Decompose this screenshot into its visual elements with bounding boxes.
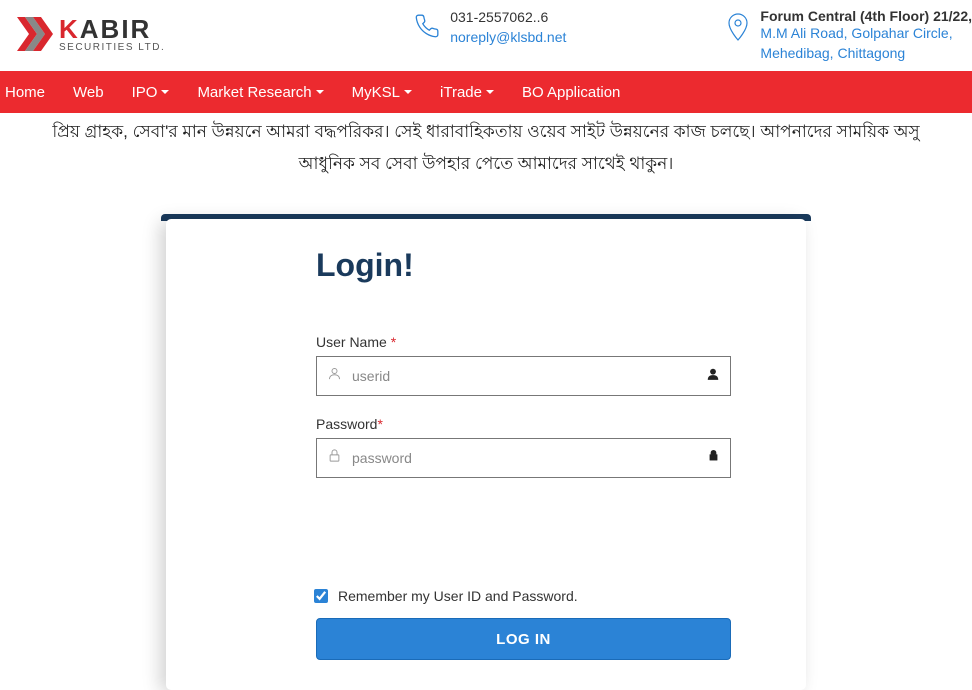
nav-market-research[interactable]: Market Research — [183, 71, 337, 113]
username-label: User Name * — [316, 334, 731, 350]
nav-itrade-label: iTrade — [440, 84, 482, 101]
nav-ipo-label: IPO — [132, 84, 158, 101]
chevron-down-icon — [486, 90, 494, 94]
nav-itrade[interactable]: iTrade — [426, 71, 508, 113]
logo-letter: K — [59, 14, 80, 44]
nav-ipo[interactable]: IPO — [118, 71, 184, 113]
banner-line1: প্রিয় গ্রাহক, সেবা'র মান উন্নয়নে আমরা … — [0, 113, 972, 151]
remember-checkbox[interactable] — [314, 589, 328, 603]
user-solid-icon — [706, 367, 720, 386]
phone-number: 031-2557062..6 — [450, 8, 566, 28]
required-marker: * — [377, 416, 382, 432]
nav-home[interactable]: Home — [0, 71, 59, 113]
logo-name: ABIR — [80, 14, 152, 44]
address-line2[interactable]: Mehedibag, Chittagong — [760, 44, 972, 64]
login-button[interactable]: LOG IN — [316, 618, 731, 660]
address-title: Forum Central (4th Floor) 21/22, — [760, 8, 972, 24]
nav-bo-application[interactable]: BO Application — [508, 71, 634, 113]
password-input[interactable] — [352, 450, 707, 466]
nav-web[interactable]: Web — [59, 71, 118, 113]
chevron-down-icon — [404, 90, 412, 94]
contact-email[interactable]: noreply@klsbd.net — [450, 28, 566, 48]
lock-outline-icon — [327, 448, 342, 468]
banner-line2: আধুনিক সব সেবা উপহার পেতে আমাদের সাথেই থ… — [0, 151, 972, 189]
password-label: Password* — [316, 416, 731, 432]
nav-myksl[interactable]: MyKSL — [338, 71, 426, 113]
phone-block: 031-2557062..6 noreply@klsbd.net — [414, 8, 566, 47]
chevron-down-icon — [316, 90, 324, 94]
login-card: Login! User Name * — [166, 219, 806, 690]
username-input[interactable] — [352, 368, 706, 384]
logo-icon — [15, 13, 57, 55]
user-outline-icon — [327, 366, 342, 386]
nav-bar: Home Web IPO Market Research MyKSL iTrad… — [0, 71, 972, 113]
username-group: User Name * — [316, 334, 731, 396]
logo-text: KABIR SECURITIES LTD. — [59, 16, 165, 53]
username-input-wrapper[interactable] — [316, 356, 731, 396]
lock-solid-icon — [707, 448, 720, 468]
address-line1[interactable]: M.M Ali Road, Golpahar Circle, — [760, 24, 972, 44]
remember-label: Remember my User ID and Password. — [338, 588, 578, 604]
remember-row: Remember my User ID and Password. — [314, 588, 731, 604]
login-container: Login! User Name * — [166, 214, 806, 690]
address-block: Forum Central (4th Floor) 21/22, M.M Ali… — [726, 8, 972, 63]
nav-myksl-label: MyKSL — [352, 84, 400, 101]
required-marker: * — [391, 334, 396, 350]
chevron-down-icon — [161, 90, 169, 94]
password-input-wrapper[interactable] — [316, 438, 731, 478]
login-title: Login! — [316, 247, 731, 284]
phone-icon — [414, 12, 440, 45]
logo[interactable]: KABIR SECURITIES LTD. — [0, 8, 165, 55]
top-header: KABIR SECURITIES LTD. 031-2557062..6 nor… — [0, 0, 972, 71]
logo-subtitle: SECURITIES LTD. — [59, 42, 165, 53]
nav-market-research-label: Market Research — [197, 84, 311, 101]
password-group: Password* — [316, 416, 731, 478]
contact-section: 031-2557062..6 noreply@klsbd.net Forum C… — [414, 8, 972, 63]
location-icon — [726, 12, 750, 49]
